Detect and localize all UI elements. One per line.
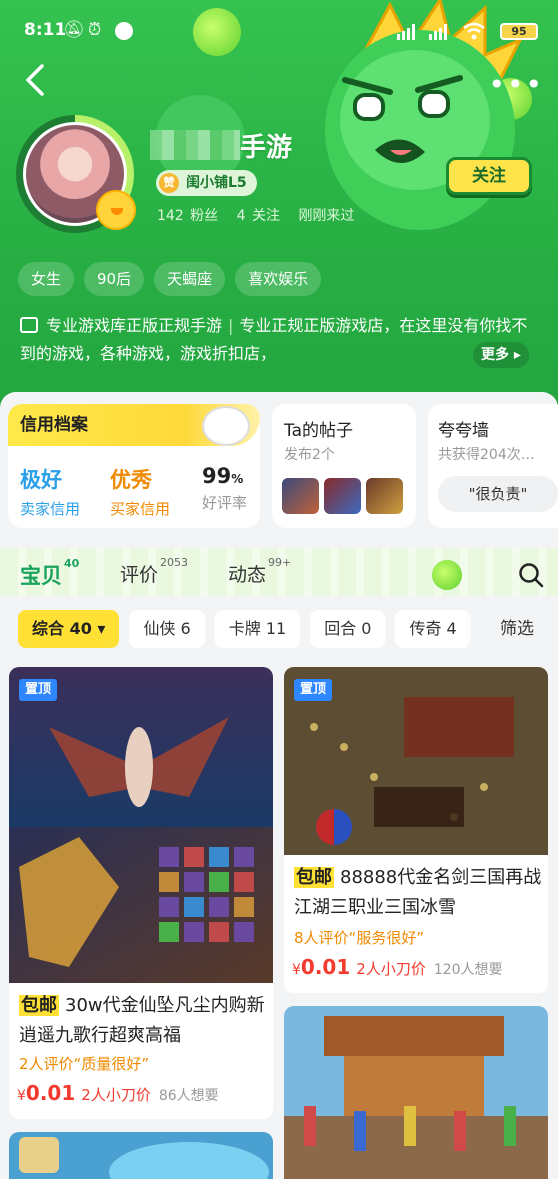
filter-button[interactable]: 筛选 xyxy=(480,604,558,654)
good-rate-unit: % xyxy=(231,472,244,486)
chick-badge-icon xyxy=(96,190,136,230)
free-shipping-tag: 包邮 xyxy=(294,867,334,888)
status-bar: 8:11 🔕︎ ⏰︎ 95 xyxy=(0,0,558,62)
buyer-credit-label: 买家信用 xyxy=(110,500,171,518)
product-review: 8人评价“服务很好” xyxy=(294,929,425,947)
price-value: 0.01 xyxy=(25,1081,76,1105)
profile-tags: 女生 90后 天蝎座 喜欢娱乐 xyxy=(18,262,322,296)
tag-chip: 女生 xyxy=(18,262,75,296)
filter-chip[interactable]: 传奇 4 xyxy=(395,610,471,648)
follow-button[interactable]: 关注 xyxy=(446,157,532,195)
filter-chip[interactable]: 仙侠 6 xyxy=(129,610,205,648)
product-card[interactable] xyxy=(284,1006,548,1179)
tab-label: 评价 xyxy=(120,564,159,586)
praise-title: 夸夸墙 xyxy=(438,421,489,441)
app-notify-icon xyxy=(115,22,133,40)
product-image xyxy=(9,667,273,983)
product-price: ¥0.01 2人小刀价 120人想要 xyxy=(292,955,503,979)
seller-credit-value: 极好 xyxy=(20,468,62,492)
wants-count: 86人想要 xyxy=(158,1088,219,1104)
product-title: 包邮 88888代金名剑三国再战江湖三职业三国冰雪 xyxy=(294,863,544,923)
tab-label: 动态 xyxy=(228,564,267,586)
tab-count: 2053 xyxy=(160,555,189,569)
back-arrow-icon[interactable] xyxy=(22,62,50,98)
product-price: ¥0.01 2人小刀价 86人想要 xyxy=(17,1081,219,1105)
tab-items[interactable]: 宝贝40 xyxy=(20,557,80,590)
category-filters: 综合 40 ▾ 仙侠 6 卡牌 11 回合 0 传奇 4 xyxy=(18,610,471,648)
more-button[interactable]: 更多 ▸ xyxy=(473,342,529,368)
product-card[interactable] xyxy=(9,1132,273,1179)
chevron-down-icon: ▾ xyxy=(97,619,106,638)
bargain-label: 2人小刀价 xyxy=(81,1086,151,1104)
posts-card[interactable]: Ta的帖子 发布2个 xyxy=(272,404,416,528)
nickname: 手游 xyxy=(240,133,293,163)
nickname-blurred xyxy=(150,130,240,160)
product-card[interactable]: 置顶 包邮 30w代金仙坠凡尘内购新逍遥九歌行超爽高福 2人评价“质量很好” ¥0… xyxy=(9,667,273,1119)
posts-subtitle: 发布2个 xyxy=(284,447,335,463)
bargain-label: 2人小刀价 xyxy=(356,960,426,978)
tab-reviews[interactable]: 评价2053 xyxy=(120,556,188,587)
filter-chip-all[interactable]: 综合 40 ▾ xyxy=(18,610,120,648)
product-image xyxy=(9,1132,273,1179)
praise-wall-card[interactable]: 夸夸墙 共获得204次… "很负责" xyxy=(428,404,558,528)
praise-badge-icon: 赞 xyxy=(159,173,179,193)
more-options-icon[interactable]: ••• xyxy=(488,68,544,101)
search-icon[interactable] xyxy=(518,562,544,588)
post-thumbnail[interactable] xyxy=(282,478,319,514)
tab-count: 40 xyxy=(64,557,80,570)
tag-chip: 90后 xyxy=(84,262,145,296)
tag-chip: 天蝎座 xyxy=(154,262,226,296)
profile-header: 8:11 🔕︎ ⏰︎ 95 ••• 手游 赞 闺小铺L5 142 粉丝 4 关注… xyxy=(0,0,558,420)
status-time: 8:11 xyxy=(24,20,67,40)
level-badge[interactable]: 赞 闺小铺L5 xyxy=(156,170,257,196)
pinned-badge: 置顶 xyxy=(19,679,58,701)
product-card[interactable]: 置顶 包邮 88888代金名剑三国再战江湖三职业三国冰雪 8人评价“服务很好” ¥… xyxy=(284,667,548,993)
mute-icon: 🔕︎ xyxy=(63,20,85,40)
shop-icon xyxy=(20,317,38,333)
pinned-badge: 置顶 xyxy=(294,679,333,701)
filter-chip[interactable]: 卡牌 11 xyxy=(214,610,301,648)
chip-label: 综合 40 xyxy=(32,619,92,638)
shop-description: 专业游戏库正版正规手游 | 专业正规正版游戏店，在这里没有你找不到的游戏，各种游戏，… xyxy=(20,316,528,363)
tab-activity[interactable]: 动态99+ xyxy=(228,556,291,587)
good-rate-value: 99 xyxy=(202,464,232,488)
filter-chip[interactable]: 回合 0 xyxy=(310,610,386,648)
fans-count[interactable]: 142 粉丝 xyxy=(157,208,218,224)
tag-chip: 喜欢娱乐 xyxy=(235,262,322,296)
tab-count: 99+ xyxy=(268,555,292,569)
free-shipping-tag: 包邮 xyxy=(19,995,59,1016)
desc-part1: 专业游戏库正版正规手游 xyxy=(46,316,223,335)
product-review: 2人评价“质量很好” xyxy=(19,1055,150,1073)
post-thumbnail[interactable] xyxy=(366,478,403,514)
product-title: 包邮 30w代金仙坠凡尘内购新逍遥九歌行超爽高福 xyxy=(19,991,269,1051)
praise-top-comment: "很负责" xyxy=(438,476,558,512)
more-label: 更多 xyxy=(481,347,509,363)
tab-label: 宝贝 xyxy=(20,564,62,588)
posts-title: Ta的帖子 xyxy=(284,421,353,441)
seller-credit-label: 卖家信用 xyxy=(20,500,81,518)
mascot-icon xyxy=(202,406,250,446)
level-label: 闺小铺L5 xyxy=(186,175,247,191)
last-seen: 刚刚来过 xyxy=(298,208,355,224)
wants-count: 120人想要 xyxy=(433,962,503,978)
wifi-icon xyxy=(463,22,485,40)
signal-icon xyxy=(397,24,447,40)
currency-symbol: ¥ xyxy=(292,962,301,978)
price-value: 0.01 xyxy=(300,955,351,979)
profile-stats: 142 粉丝 4 关注 刚刚来过 xyxy=(157,205,366,225)
good-rate-label: 好评率 xyxy=(202,494,248,512)
post-thumbnail[interactable] xyxy=(324,478,361,514)
follows-count[interactable]: 4 关注 xyxy=(237,208,280,224)
battery-icon: 95 xyxy=(500,23,538,40)
energy-ball-icon xyxy=(432,560,462,590)
product-image xyxy=(284,1006,548,1179)
praise-subtitle: 共获得204次… xyxy=(438,447,535,463)
credit-card[interactable]: 信用档案 极好 卖家信用 优秀 买家信用 99% 好评率 xyxy=(8,404,260,528)
currency-symbol: ¥ xyxy=(17,1088,26,1104)
buyer-credit-value: 优秀 xyxy=(110,468,152,492)
alarm-icon: ⏰︎ xyxy=(88,20,102,40)
